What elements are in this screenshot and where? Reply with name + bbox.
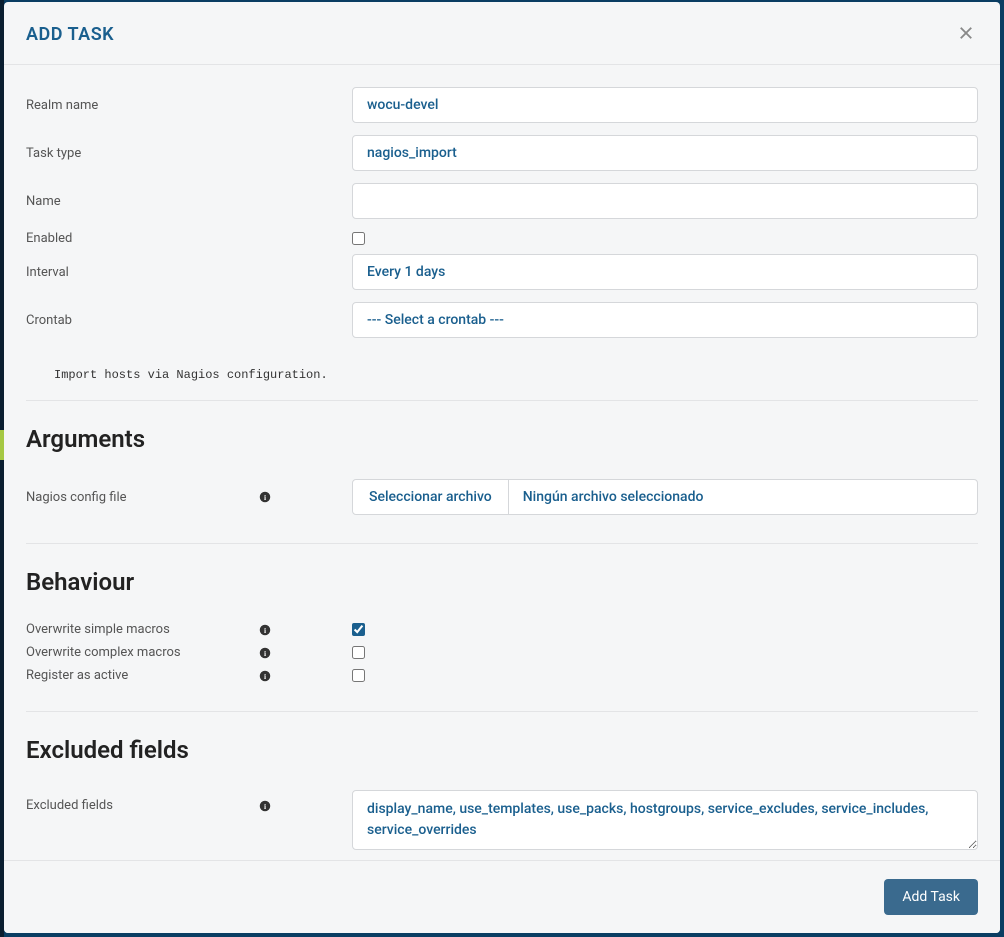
file-select-button[interactable]: Seleccionar archivo [353, 480, 509, 514]
svg-text:i: i [264, 649, 266, 658]
register-active-checkbox[interactable] [352, 669, 365, 682]
name-input[interactable] [352, 183, 978, 219]
modal-body: Realm name Task type Name Enabled Interv… [4, 65, 1000, 860]
info-icon[interactable]: i [258, 646, 272, 660]
name-label: Name [26, 194, 352, 209]
enabled-checkbox[interactable] [352, 232, 365, 245]
excluded-fields-textarea[interactable]: display_name, use_templates, use_packs, … [352, 790, 978, 850]
info-icon[interactable]: i [258, 799, 272, 813]
svg-text:i: i [264, 626, 266, 635]
nagios-config-file-label: Nagios config file i [26, 490, 352, 505]
crontab-select[interactable] [352, 302, 978, 338]
crontab-label: Crontab [26, 313, 352, 328]
add-task-button[interactable]: Add Task [884, 879, 978, 915]
register-active-label: Register as active i [26, 668, 352, 683]
behaviour-heading: Behaviour [26, 568, 978, 596]
info-icon[interactable]: i [258, 669, 272, 683]
overwrite-complex-label: Overwrite complex macros i [26, 645, 352, 660]
modal-footer: Add Task [4, 860, 1000, 933]
task-type-label: Task type [26, 146, 352, 161]
file-input-group: Seleccionar archivo Ningún archivo selec… [352, 479, 978, 515]
svg-text:i: i [264, 493, 266, 502]
divider [26, 543, 978, 544]
file-selected-text: Ningún archivo seleccionado [509, 480, 718, 514]
enabled-label: Enabled [26, 231, 352, 246]
task-description: Import hosts via Nagios configuration. [26, 350, 978, 400]
divider [26, 400, 978, 401]
realm-name-label: Realm name [26, 98, 352, 113]
svg-text:i: i [264, 672, 266, 681]
interval-label: Interval [26, 265, 352, 280]
overwrite-simple-checkbox[interactable] [352, 623, 365, 636]
modal-title: ADD TASK [26, 24, 114, 45]
realm-name-input[interactable] [352, 87, 978, 123]
add-task-modal: ADD TASK Realm name Task type Name Enabl… [4, 2, 1000, 933]
overwrite-complex-checkbox[interactable] [352, 646, 365, 659]
info-icon[interactable]: i [258, 623, 272, 637]
task-type-input[interactable] [352, 135, 978, 171]
overwrite-simple-label: Overwrite simple macros i [26, 622, 352, 637]
interval-input[interactable] [352, 254, 978, 290]
close-icon [957, 24, 975, 45]
excluded-fields-label: Excluded fields i [26, 790, 352, 813]
close-button[interactable] [954, 22, 978, 46]
divider [26, 711, 978, 712]
svg-text:i: i [264, 802, 266, 811]
excluded-fields-heading: Excluded fields [26, 736, 978, 764]
arguments-heading: Arguments [26, 425, 978, 453]
modal-header: ADD TASK [4, 2, 1000, 65]
info-icon[interactable]: i [258, 490, 272, 504]
